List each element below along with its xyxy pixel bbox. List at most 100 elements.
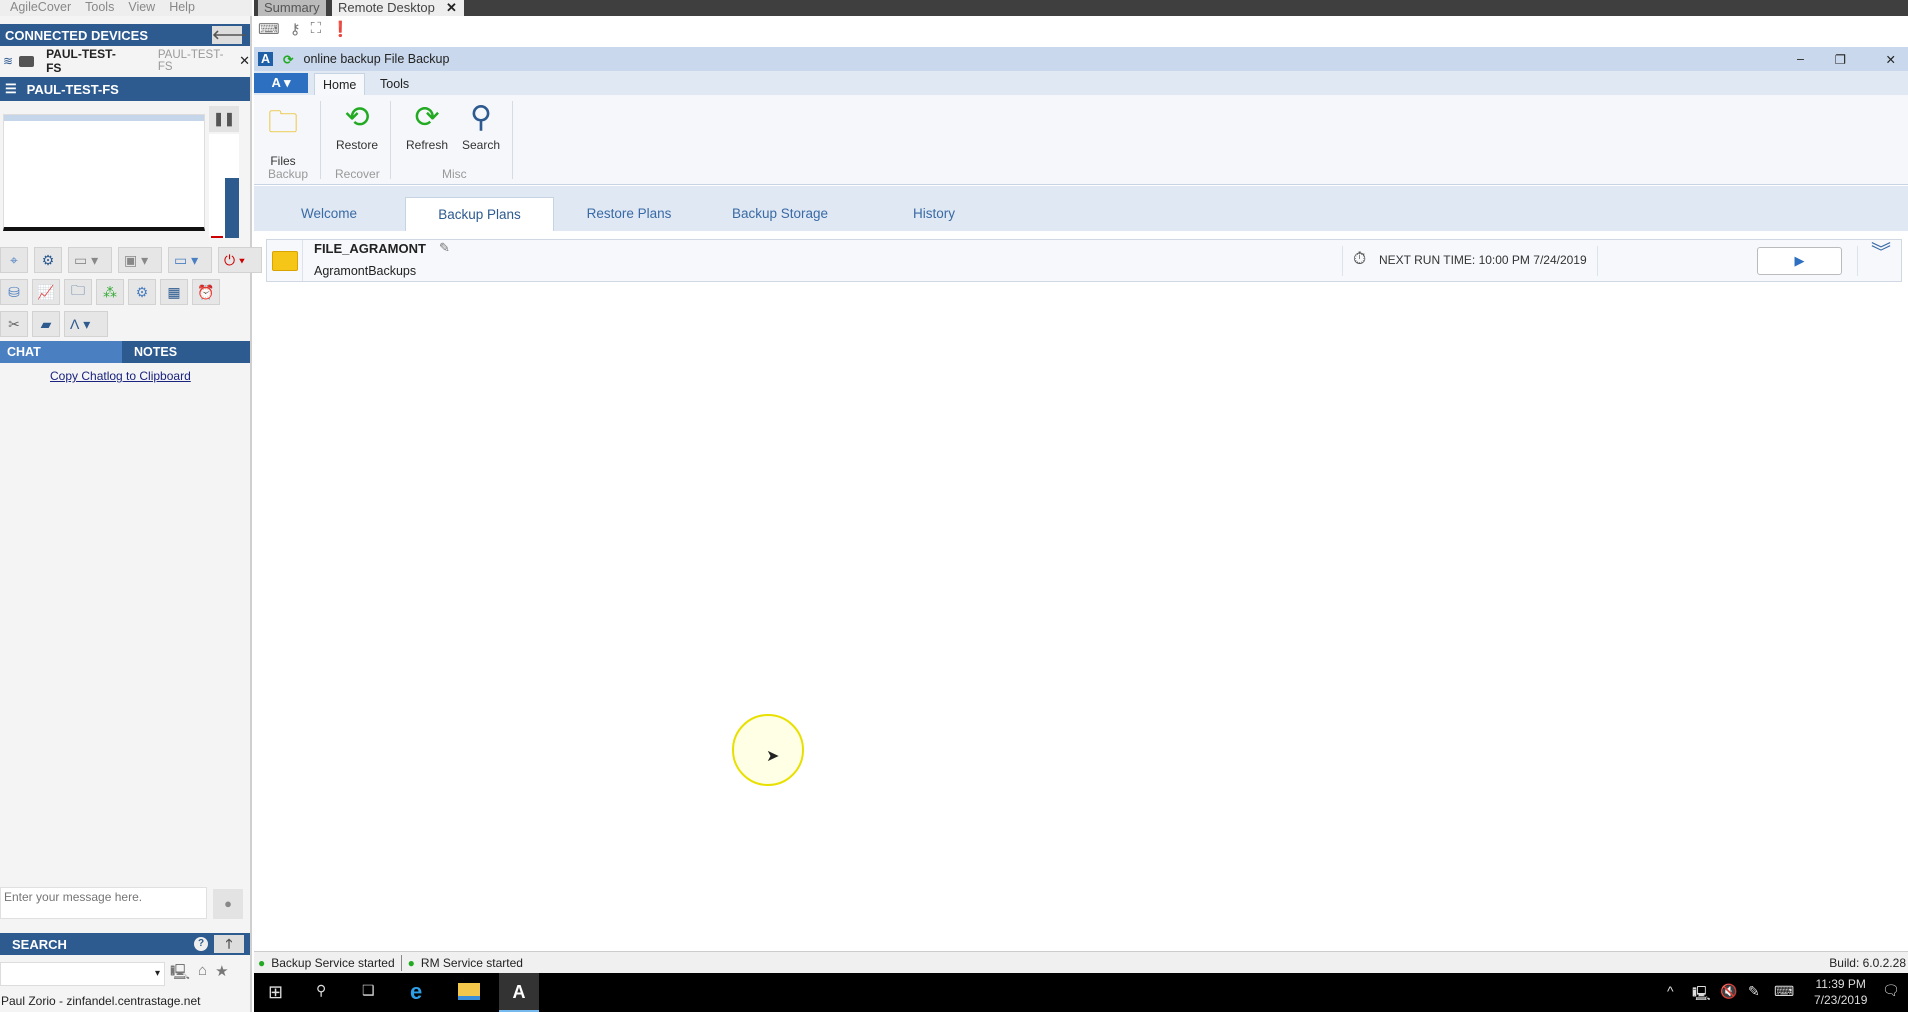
search-title: SEARCH <box>12 936 67 952</box>
connected-devices-title: CONNECTED DEVICES <box>5 27 149 43</box>
alarm-icon[interactable]: ⏰ <box>192 279 220 305</box>
plan-name: FILE_AGRAMONT <box>314 241 426 256</box>
registry-icon[interactable]: ▦ <box>160 279 188 305</box>
tab-summary[interactable]: Summary <box>258 0 326 16</box>
fullscreen-icon[interactable]: ⛶ <box>311 20 322 38</box>
home-icon[interactable]: ⌂ <box>198 962 207 987</box>
clock-time: 11:39 PM <box>1815 977 1866 991</box>
tray-chevron-icon[interactable]: ^ <box>1667 983 1674 999</box>
close-tab-icon[interactable]: ✕ <box>446 0 457 16</box>
start-icon[interactable]: ⊞ <box>268 982 283 1003</box>
menu-tools[interactable]: Tools <box>85 0 114 16</box>
run-plan-button[interactable]: ▶ <box>1757 247 1842 275</box>
ribbon-tab-home[interactable]: Home <box>314 73 366 95</box>
menu-bar: AgileCover Tools View Help <box>0 0 252 16</box>
group-misc: Misc <box>442 167 467 181</box>
menu-view[interactable]: View <box>128 0 155 16</box>
tab-notes[interactable]: NOTES <box>122 341 250 363</box>
chat-notes-tabs: CHAT NOTES <box>0 341 250 363</box>
files-button[interactable]: 🗀 Files <box>268 100 298 168</box>
hamburger-icon[interactable]: ☰ <box>5 81 17 97</box>
session-tabbar <box>254 0 1908 16</box>
server-icon <box>19 55 35 67</box>
menu-help[interactable]: Help <box>169 0 195 16</box>
services-icon[interactable]: ⚙ <box>128 279 156 305</box>
up-arrow-icon[interactable]: 🡑 <box>214 935 244 953</box>
restore-icon: ⟲ <box>344 101 370 134</box>
tools-icon[interactable]: ✂ <box>0 311 28 337</box>
tab-history[interactable]: History <box>884 197 984 231</box>
copy-chatlog-link[interactable]: Copy Chatlog to Clipboard <box>50 369 191 383</box>
restore-label: Restore <box>336 138 379 152</box>
backup-plan-row[interactable]: FILE_AGRAMONT ✎ AgramontBackups ⏱ NEXT R… <box>266 239 1902 282</box>
ribbon-tab-tools[interactable]: Tools <box>380 77 409 91</box>
connected-devices-header: CONNECTED DEVICES 🡐 <box>0 24 250 46</box>
tab-welcome[interactable]: Welcome <box>274 197 384 231</box>
search-icon[interactable]: ⚲ <box>316 982 326 999</box>
backup-app-taskbar-icon[interactable]: A <box>499 973 539 1012</box>
ribbon-tabs: A ▾ Home Tools <box>254 71 1908 95</box>
restore-button[interactable]: ⟲ Restore <box>336 100 378 152</box>
quality-slider[interactable] <box>209 134 239 238</box>
window-dropdown-icon[interactable]: ▭ ▾ <box>168 247 212 273</box>
crosshair-icon[interactable]: ⌖ <box>0 247 28 273</box>
chat-message-input[interactable] <box>0 887 207 919</box>
session-title: PAUL-TEST-FS <box>26 81 119 97</box>
pen-icon[interactable]: ✎ <box>1748 983 1760 1000</box>
collapse-arrow-icon[interactable]: 🡐 <box>212 26 247 44</box>
remote-screen-thumbnail[interactable] <box>3 114 205 231</box>
tab-backup-storage[interactable]: Backup Storage <box>714 197 846 231</box>
tab-backup-plans[interactable]: Backup Plans <box>405 197 554 231</box>
close-button[interactable]: ✕ <box>1886 52 1896 67</box>
edit-pencil-icon[interactable]: ✎ <box>439 240 450 256</box>
alert-icon[interactable]: ❗ <box>331 20 350 38</box>
clock[interactable]: 11:39 PM 7/23/2019 <box>1814 976 1867 1008</box>
apps-icon[interactable]: ⁂ <box>96 279 124 305</box>
task-view-icon[interactable]: ❑ <box>362 982 375 999</box>
star-icon[interactable]: ★ <box>215 962 228 987</box>
search-select[interactable]: ▾ <box>0 962 165 986</box>
menu-agilecover[interactable]: AgileCover <box>10 0 71 16</box>
device-row[interactable]: ≋ PAUL-TEST-FS PAUL-TEST-FS ✕ <box>0 47 250 75</box>
network-tray-icon[interactable]: 🖳 <box>1692 983 1711 1007</box>
key-icon[interactable]: ⚷ <box>290 20 301 38</box>
group-backup: Backup <box>268 167 309 181</box>
tab-remote-desktop[interactable]: Remote Desktop <box>332 0 464 16</box>
tab-chat[interactable]: CHAT <box>0 341 122 363</box>
monitor-dropdown-icon[interactable]: ▣ ▾ <box>118 247 162 273</box>
app-titlebar: A ⟳ online backup File Backup – ❐ ✕ <box>254 47 1908 71</box>
agent-dropdown-icon[interactable]: Ʌ ▾ <box>64 311 108 337</box>
keyboard-tray-icon[interactable]: ⌨ <box>1774 983 1794 1000</box>
refresh-button[interactable]: ⟳ Refresh <box>406 100 448 152</box>
close-icon[interactable]: ✕ <box>239 53 250 69</box>
search-button[interactable]: ⚲ Search <box>462 100 500 152</box>
expand-chevrons-icon[interactable]: ︾ <box>1871 243 1891 263</box>
drive-icon[interactable]: ▰ <box>32 311 60 337</box>
status-bar: ● Backup Service started ● RM Service st… <box>254 951 1908 973</box>
next-run-time: NEXT RUN TIME: 10:00 PM 7/24/2019 <box>1379 253 1587 267</box>
refresh-icon: ⟳ <box>414 101 440 134</box>
send-chat-icon[interactable]: ● <box>213 889 243 919</box>
app-menu-button[interactable]: A ▾ <box>254 73 308 93</box>
minimize-button[interactable]: – <box>1797 52 1804 66</box>
build-version: Build: 6.0.2.28 <box>1829 955 1906 970</box>
notifications-icon[interactable]: 🗨 <box>1882 982 1900 999</box>
gears-icon[interactable]: ⚙ <box>34 247 62 273</box>
pause-button[interactable]: ❚❚ <box>209 106 239 132</box>
backup-service-status: Backup Service started <box>271 955 395 970</box>
restore-button[interactable]: ❐ <box>1835 52 1846 67</box>
folder-gear-icon[interactable]: 🗀 <box>64 279 92 305</box>
chart-icon[interactable]: 📈 <box>32 279 60 305</box>
file-explorer-icon[interactable] <box>458 983 480 1000</box>
screen-dropdown-icon[interactable]: ▭ ▾ <box>68 247 112 273</box>
computer-icon[interactable]: 🖳 <box>170 962 190 987</box>
help-icon[interactable]: ? <box>194 937 208 951</box>
internet-explorer-icon[interactable]: e <box>410 979 422 1005</box>
volume-muted-icon[interactable]: 🔇 <box>1720 983 1737 1000</box>
mouse-cursor-icon: ➤ <box>766 748 780 765</box>
search-header: SEARCH ? 🡑 <box>0 933 250 955</box>
network-icon[interactable]: ⛁ <box>0 279 28 305</box>
keyboard-icon[interactable]: ⌨ <box>258 20 280 38</box>
group-recover: Recover <box>335 167 380 181</box>
tab-restore-plans[interactable]: Restore Plans <box>574 197 684 231</box>
